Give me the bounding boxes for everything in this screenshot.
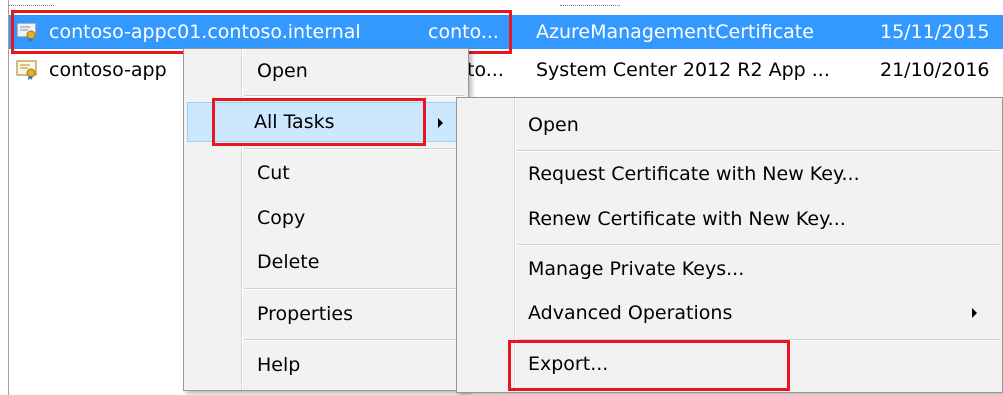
- submenu-item-export[interactable]: Export...: [460, 344, 999, 384]
- menu-item-delete[interactable]: Delete: [187, 242, 465, 282]
- menu-item-label: Open: [528, 114, 579, 136]
- menu-separator: [517, 244, 999, 246]
- menu-item-copy[interactable]: Copy: [187, 198, 465, 238]
- menu-item-label: Properties: [257, 303, 354, 325]
- menu-item-cut[interactable]: Cut: [187, 153, 465, 193]
- certificate-icon: [16, 21, 38, 43]
- certificate-expiry-date: 15/11/2015: [880, 21, 990, 43]
- menu-item-label: Advanced Operations: [528, 302, 733, 324]
- submenu-item-open[interactable]: Open: [460, 105, 999, 145]
- context-menu: Open All Tasks Cut Copy Delete Propertie…: [183, 48, 469, 391]
- menu-item-label: Export...: [528, 353, 609, 375]
- submenu-item-request-certificate[interactable]: Request Certificate with New Key...: [460, 154, 999, 194]
- certificate-name: contoso-appc01.contoso.internal: [49, 21, 361, 43]
- certificate-issuer: to...: [467, 59, 504, 81]
- certificate-purpose: System Center 2012 R2 App ...: [536, 59, 830, 81]
- menu-item-label: Delete: [257, 251, 320, 273]
- menu-item-properties[interactable]: Properties: [187, 294, 465, 334]
- menu-item-label: Help: [257, 354, 301, 376]
- menu-separator: [244, 148, 465, 150]
- submenu-arrow-icon: [972, 308, 977, 318]
- certificate-name: contoso-app: [49, 59, 167, 81]
- menu-separator: [517, 150, 999, 152]
- submenu-item-advanced-operations[interactable]: Advanced Operations: [460, 293, 999, 333]
- row-divider: [560, 0, 620, 6]
- menu-item-open[interactable]: Open: [187, 51, 465, 91]
- menu-item-all-tasks[interactable]: All Tasks: [187, 102, 465, 142]
- certificate-icon: [16, 59, 38, 81]
- menu-item-label: Open: [257, 60, 308, 82]
- menu-item-help[interactable]: Help: [187, 345, 465, 385]
- menu-item-label: All Tasks: [254, 111, 335, 133]
- menu-separator: [244, 339, 465, 341]
- menu-item-label: Manage Private Keys...: [528, 258, 745, 280]
- certificate-purpose: AzureManagementCertificate: [536, 21, 814, 43]
- menu-item-label: Copy: [257, 207, 306, 229]
- all-tasks-submenu: Open Request Certificate with New Key...…: [456, 97, 1003, 393]
- submenu-arrow-icon: [438, 118, 443, 128]
- certificate-row-selected[interactable]: contoso-appc01.contoso.internal conto...…: [9, 15, 1003, 49]
- menu-separator: [244, 288, 465, 290]
- certificate-expiry-date: 21/10/2016: [880, 59, 990, 81]
- menu-separator: [244, 95, 465, 97]
- menu-item-label: Request Certificate with New Key...: [528, 163, 860, 185]
- submenu-item-manage-private-keys[interactable]: Manage Private Keys...: [460, 249, 999, 289]
- submenu-item-renew-certificate[interactable]: Renew Certificate with New Key...: [460, 199, 999, 239]
- menu-item-label: Cut: [257, 162, 290, 184]
- certificate-issuer: conto...: [428, 21, 499, 43]
- row-divider: [9, 0, 54, 6]
- certificate-row[interactable]: contoso-app to... System Center 2012 R2 …: [9, 53, 1003, 87]
- menu-item-label: Renew Certificate with New Key...: [528, 208, 846, 230]
- menu-separator: [517, 339, 999, 341]
